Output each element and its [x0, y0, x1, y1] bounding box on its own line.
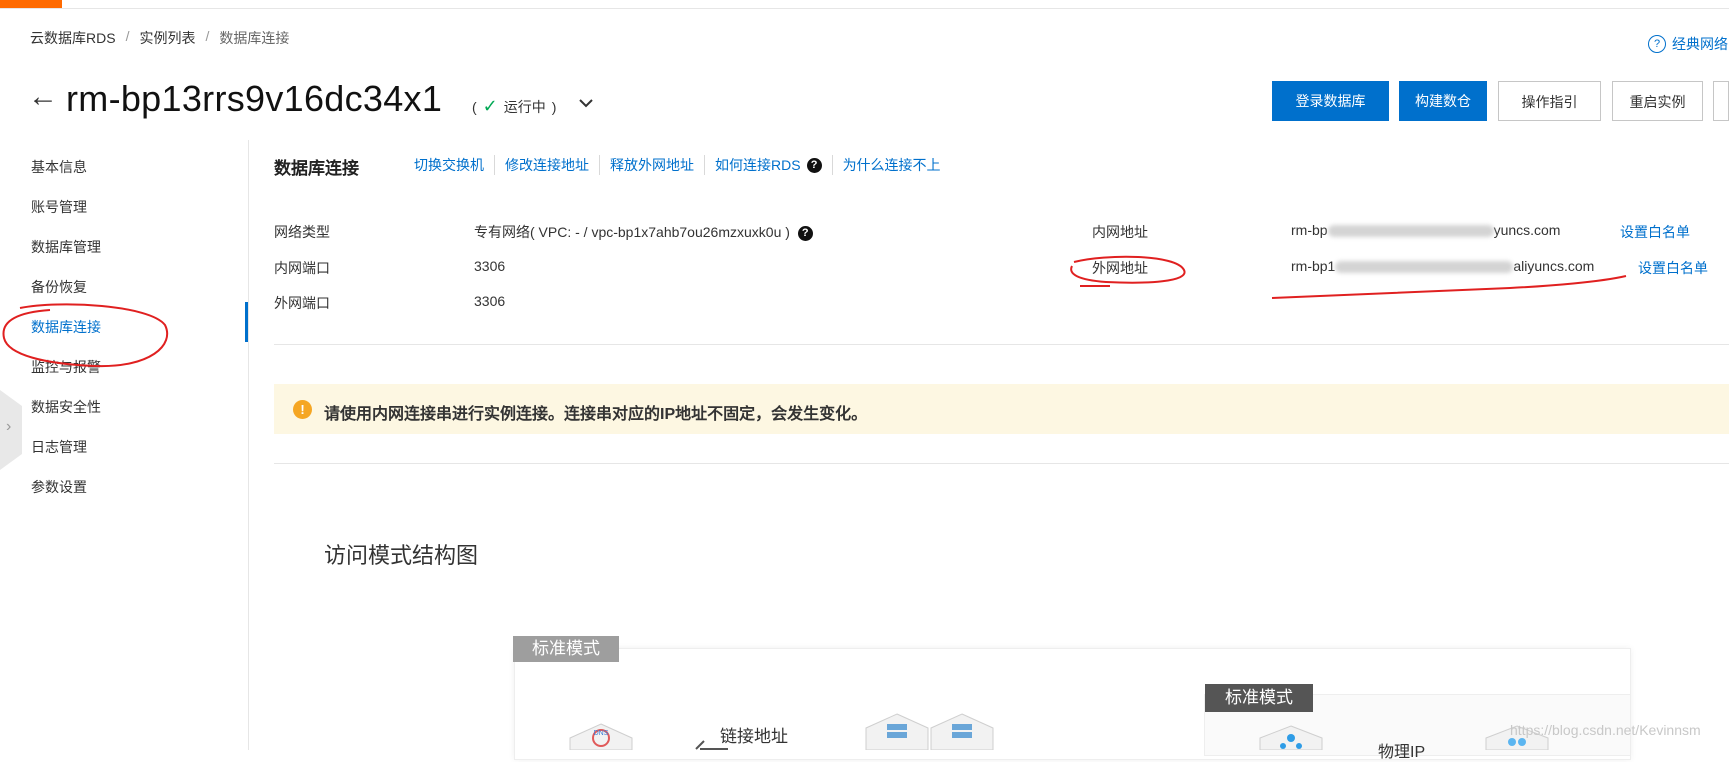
network-type-label: 网络类型 — [274, 224, 330, 240]
classic-network-link[interactable]: ? 经典网络 — [1648, 34, 1728, 54]
active-indicator — [245, 302, 248, 342]
status-open-paren: ( — [472, 98, 477, 115]
divider — [274, 344, 1729, 345]
sidebar-item-logs[interactable]: 日志管理 — [31, 437, 87, 457]
standard-mode-tag: 标准模式 — [1205, 684, 1313, 712]
external-whitelist-link[interactable]: 设置白名单 — [1638, 258, 1708, 278]
annotation-circle — [2, 303, 169, 368]
sidebar-item-backup[interactable]: 备份恢复 — [31, 277, 87, 297]
network-type-text: 专有网络( VPC: - / vpc-bp1x7ahb7ou26mzxuxk0u… — [474, 224, 790, 240]
internal-address-suffix: yuncs.com — [1493, 222, 1561, 238]
sidebar-divider — [248, 140, 249, 750]
login-database-button[interactable]: 登录数据库 — [1272, 81, 1389, 121]
annotation-underline — [1271, 275, 1627, 299]
question-icon: ? — [1648, 35, 1666, 53]
restart-instance-button[interactable]: 重启实例 — [1612, 81, 1703, 121]
help-icon[interactable]: ? — [797, 225, 813, 241]
dns-label: DNS — [594, 730, 609, 737]
physical-ip-label: 物理IP — [1378, 744, 1426, 761]
internal-whitelist-link[interactable]: 设置白名单 — [1620, 222, 1690, 242]
breadcrumb-instance-list[interactable]: 实例列表 — [139, 28, 195, 48]
sidebar-item-accounts[interactable]: 账号管理 — [31, 197, 87, 217]
modify-address-link[interactable]: 修改连接地址 — [494, 155, 599, 175]
sidebar-item-security[interactable]: 数据安全性 — [31, 397, 101, 417]
status-close-paren: ) — [551, 98, 557, 115]
sidebar-item-basic-info[interactable]: 基本信息 — [31, 157, 87, 177]
standard-mode-tag: 标准模式 — [513, 636, 619, 662]
top-bar — [0, 0, 1729, 9]
instance-title: rm-bp13rrs9v16dc34x1 — [66, 78, 443, 119]
breadcrumb-current: 数据库连接 — [219, 30, 290, 46]
classic-network-label: 经典网络 — [1672, 36, 1728, 52]
sidebar-item-parameters[interactable]: 参数设置 — [31, 477, 87, 497]
external-port-value: 3306 — [474, 293, 506, 309]
external-port-label: 外网端口 — [274, 295, 330, 311]
sidebar-item-databases[interactable]: 数据库管理 — [31, 237, 101, 257]
guide-button[interactable]: 操作指引 — [1498, 81, 1601, 121]
breadcrumb: 云数据库RDS / 实例列表 / 数据库连接 — [30, 28, 289, 48]
brand-accent — [0, 0, 62, 8]
check-icon: ✓ — [482, 96, 498, 116]
internal-address-label: 内网地址 — [1092, 224, 1148, 240]
arrow-icon — [695, 740, 728, 750]
network-type-value: 专有网络( VPC: - / vpc-bp1x7ahb7ou26mzxuxk0u… — [474, 222, 813, 242]
breadcrumb-rds[interactable]: 云数据库RDS — [30, 28, 116, 48]
release-public-address-link[interactable]: 释放外网地址 — [599, 155, 704, 175]
chevron-down-icon[interactable] — [578, 96, 594, 114]
divider — [274, 463, 1729, 464]
breadcrumb-separator: / — [205, 28, 210, 44]
dns-icon: DNS — [569, 723, 633, 750]
annotation-circle — [1070, 255, 1186, 287]
internal-port-label: 内网端口 — [274, 260, 330, 276]
internal-address-prefix: rm-bp — [1291, 222, 1328, 238]
link-address-label: 链接地址 — [720, 727, 788, 746]
diagram-title: 访问模式结构图 — [324, 543, 479, 568]
chevron-right-icon[interactable]: › — [6, 418, 11, 436]
internal-port-value: 3306 — [474, 258, 506, 274]
help-icon: ? — [806, 157, 822, 173]
section-title: 数据库连接 — [274, 159, 359, 178]
switch-vswitch-link[interactable]: 切换交换机 — [414, 155, 494, 175]
internal-address-value: rm-bp yuncs.com — [1291, 222, 1560, 238]
how-to-connect-label: 如何连接RDS — [715, 157, 801, 173]
build-warehouse-button[interactable]: 构建数仓 — [1399, 81, 1487, 121]
status-text: 运行中 — [503, 98, 546, 115]
warning-icon: ! — [293, 400, 312, 419]
how-to-connect-link[interactable]: 如何连接RDS ? — [704, 155, 832, 175]
watermark: https://blog.csdn.net/Kevinnsm — [1510, 722, 1701, 738]
redacted-mask — [1327, 225, 1494, 238]
notice-text: 请使用内网连接串进行实例连接。连接串对应的IP地址不固定，会发生变化。 — [324, 406, 868, 423]
breadcrumb-separator: / — [125, 28, 130, 44]
more-button[interactable] — [1713, 81, 1729, 121]
back-arrow-icon[interactable]: ← — [28, 82, 58, 112]
connection-actions: 切换交换机 修改连接地址 释放外网地址 如何连接RDS ? 为什么连接不上 — [414, 155, 951, 175]
network-node-icon — [1259, 725, 1323, 750]
server-icon — [865, 713, 994, 750]
cannot-connect-link[interactable]: 为什么连接不上 — [831, 155, 951, 175]
status-badge: ( ✓ 运行中 ) — [472, 96, 556, 117]
